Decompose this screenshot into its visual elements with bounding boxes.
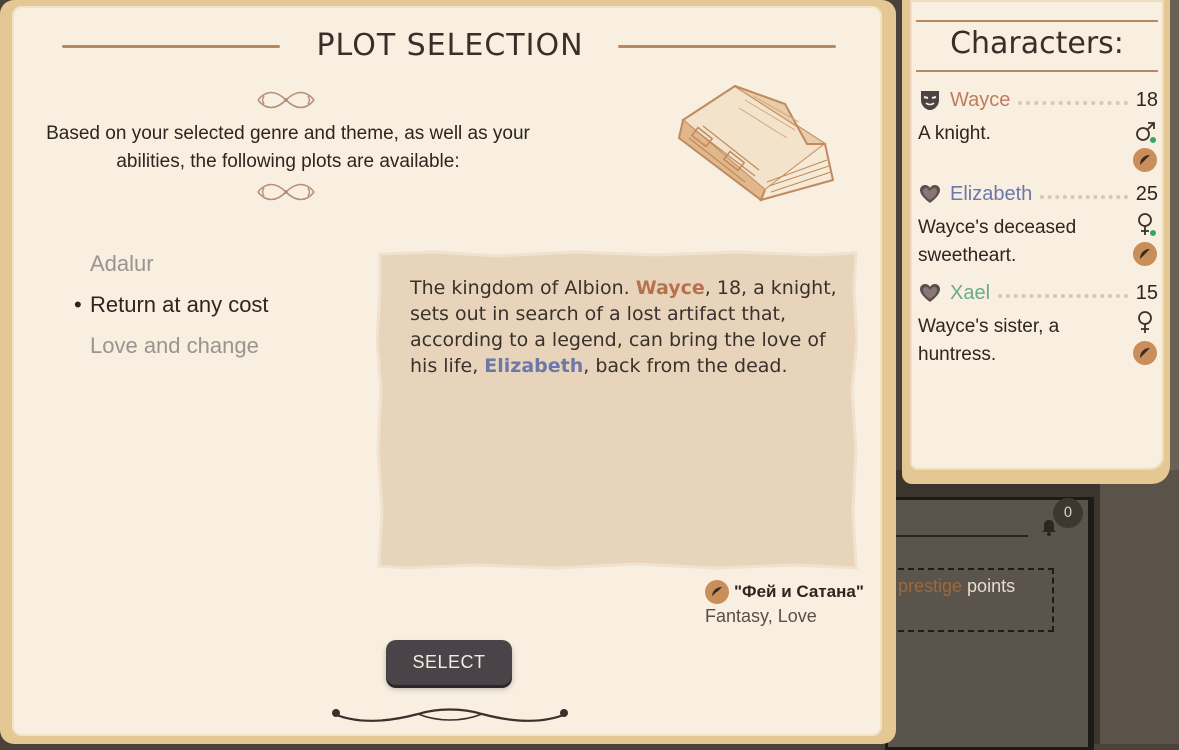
character-name: Wayce: [950, 88, 1011, 111]
character-desc: Wayce's sister, a huntress.: [918, 316, 1060, 365]
character-age: 25: [1135, 182, 1158, 205]
leader-dots: [1040, 195, 1128, 199]
plot-label: Return at any cost: [90, 292, 269, 317]
background-strip: [1100, 470, 1179, 744]
character-row-wayce[interactable]: Wayce 18: [918, 88, 1158, 112]
desc-name-elizabeth: Elizabeth: [484, 355, 584, 377]
prestige-word: prestige: [898, 576, 963, 596]
character-row-elizabeth[interactable]: Elizabeth 25: [918, 182, 1158, 206]
male-icon: [1136, 122, 1156, 143]
plot-list: Adalur • Return at any cost Love and chan…: [74, 250, 269, 373]
desc-name-wayce: Wayce: [635, 277, 705, 299]
desc-part1: The kingdom of Albion.: [410, 277, 636, 299]
leader-dots: [998, 294, 1128, 298]
title-rule-right: [618, 45, 836, 48]
intro-text: Based on your selected genre and theme, …: [46, 123, 530, 172]
book-icon: [677, 84, 835, 202]
feather-icon[interactable]: [1133, 341, 1157, 365]
author-name[interactable]: "Фей и Сатана": [734, 582, 864, 602]
plot-option-return-at-any-cost[interactable]: • Return at any cost: [74, 291, 269, 332]
select-button[interactable]: SELECT: [386, 640, 512, 685]
title-rule-left: [62, 45, 280, 48]
leader-dots: [1018, 101, 1128, 105]
female-icon: [1138, 311, 1152, 333]
selected-bullet: •: [74, 292, 82, 317]
mask-icon: [921, 91, 939, 110]
prestige-points: points: [962, 576, 1016, 596]
character-name: Elizabeth: [950, 182, 1033, 205]
characters-title: Characters:: [950, 26, 1124, 61]
plot-option-adalur[interactable]: Adalur: [74, 250, 269, 291]
character-desc: A knight.: [918, 123, 991, 144]
plot-description: The kingdom of Albion. Wayce, 18, a knig…: [410, 275, 850, 379]
character-age: 15: [1135, 281, 1158, 304]
feather-icon: [705, 580, 729, 604]
feather-icon[interactable]: [1133, 148, 1157, 172]
character-age: 18: [1135, 88, 1158, 111]
author-row: "Фей и Сатана": [705, 580, 864, 604]
page-title: PLOT SELECTION: [316, 28, 584, 63]
character-row-xael[interactable]: Xael 15: [918, 281, 1158, 305]
chars-rule-bottom: [916, 70, 1158, 72]
character-name: Xael: [950, 281, 991, 304]
chars-rule-top: [916, 20, 1158, 22]
notification-count: 0: [1053, 498, 1083, 528]
plot-option-love-and-change[interactable]: Love and change: [74, 332, 269, 373]
ornament-top-icon: [257, 91, 315, 109]
character-desc: Wayce's deceased sweetheart.: [918, 217, 1077, 266]
heart-icon: [920, 284, 940, 302]
ornament-bottom-icon: [257, 183, 315, 201]
prestige-box: prestige points: [888, 568, 1054, 632]
feather-icon[interactable]: [1133, 242, 1157, 266]
plot-label: Love and change: [90, 333, 259, 358]
genres: Fantasy, Love: [705, 606, 817, 626]
heart-icon: [920, 185, 940, 203]
desc-part3: , back from the dead.: [583, 355, 788, 377]
female-icon: [1138, 213, 1156, 236]
plot-label: Adalur: [90, 251, 154, 276]
ornament-footer-icon: [332, 708, 568, 722]
